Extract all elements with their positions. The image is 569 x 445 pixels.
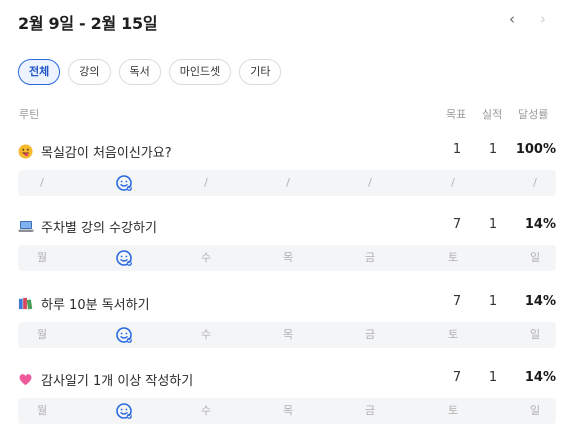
week-range-title: 2월 9일 - 2월 15일 bbox=[18, 14, 158, 33]
previous-week-button[interactable]: ‹ bbox=[504, 10, 520, 28]
day-cell[interactable]: 토 bbox=[443, 398, 463, 424]
completed-face-icon[interactable] bbox=[115, 249, 133, 267]
laptop-icon bbox=[18, 219, 34, 234]
day-cell[interactable]: 토 bbox=[443, 322, 463, 348]
day-cell[interactable]: / bbox=[32, 170, 52, 196]
routine-done: 1 bbox=[488, 142, 498, 157]
routine-name: 하루 10분 독서하기 bbox=[41, 298, 150, 313]
column-routine-header: 루틴 bbox=[19, 108, 40, 121]
pink-heart-icon bbox=[18, 372, 33, 387]
day-cell[interactable]: 목 bbox=[278, 398, 298, 424]
day-cell[interactable]: 일 bbox=[525, 245, 545, 271]
completed-face-icon[interactable] bbox=[115, 326, 133, 344]
routine-name-group: 감사일기 1개 이상 작성하기 bbox=[18, 370, 193, 389]
day-cell[interactable]: 수 bbox=[196, 322, 216, 348]
next-week-button[interactable]: › bbox=[535, 10, 551, 28]
routine-day-row: / / / / / / bbox=[18, 170, 556, 196]
day-cell[interactable]: / bbox=[196, 170, 216, 196]
day-cell[interactable]: 수 bbox=[196, 398, 216, 424]
routine-goal: 1 bbox=[452, 142, 462, 157]
routine-goal: 7 bbox=[452, 217, 462, 232]
column-rate-header: 달성률 bbox=[518, 108, 549, 121]
routine-name-group: 주차별 강의 수강하기 bbox=[18, 217, 157, 236]
routine-goal: 7 bbox=[452, 294, 462, 309]
routine-name-group: 목실감이 처음이신가요? bbox=[18, 142, 172, 161]
completed-face-icon[interactable] bbox=[115, 402, 133, 420]
routine-rate: 100% bbox=[515, 142, 556, 157]
tab-lecture[interactable]: 강의 bbox=[68, 59, 111, 85]
tab-all[interactable]: 전체 bbox=[18, 59, 61, 85]
day-cell[interactable]: / bbox=[360, 170, 380, 196]
books-icon bbox=[18, 296, 33, 311]
day-cell[interactable]: 월 bbox=[32, 398, 52, 424]
routine-goal: 7 bbox=[452, 370, 462, 385]
day-cell[interactable]: 목 bbox=[278, 322, 298, 348]
tab-mindset[interactable]: 마인드셋 bbox=[168, 59, 232, 85]
day-cell[interactable]: 일 bbox=[525, 398, 545, 424]
day-cell[interactable]: 월 bbox=[32, 245, 52, 271]
tab-reading[interactable]: 독서 bbox=[118, 59, 161, 85]
routine-row[interactable]: 하루 10분 독서하기 7 1 14% 월 수 목 금 토 일 bbox=[18, 292, 556, 348]
routine-day-row: 월수목금토일 bbox=[18, 245, 556, 271]
day-cell[interactable]: 일 bbox=[525, 322, 545, 348]
routine-row[interactable]: 목실감이 처음이신가요? 1 1 100% / / / / / / bbox=[18, 140, 556, 196]
day-cell[interactable]: / bbox=[525, 170, 545, 196]
routine-done: 1 bbox=[488, 217, 498, 232]
routine-name: 주차별 강의 수강하기 bbox=[41, 221, 157, 236]
day-cell[interactable]: 금 bbox=[360, 398, 380, 424]
routine-row[interactable]: 주차별 강의 수강하기 7 1 14% 월 수 목 금 토 일 bbox=[18, 215, 556, 271]
routine-done: 1 bbox=[488, 294, 498, 309]
day-cell[interactable]: / bbox=[278, 170, 298, 196]
day-cell[interactable]: 목 bbox=[278, 245, 298, 271]
day-cell[interactable]: 토 bbox=[443, 245, 463, 271]
routine-done: 1 bbox=[488, 370, 498, 385]
column-done-header: 실적 bbox=[482, 108, 503, 121]
completed-face-icon[interactable] bbox=[115, 174, 133, 192]
grinning-face-tongue-icon bbox=[18, 144, 33, 159]
routine-rate: 14% bbox=[524, 217, 556, 232]
routine-name-group: 하루 10분 독서하기 bbox=[18, 294, 150, 313]
day-cell[interactable]: 금 bbox=[360, 322, 380, 348]
column-goal-header: 목표 bbox=[446, 108, 467, 121]
routine-rate: 14% bbox=[524, 370, 556, 385]
routine-day-row: 월수목금토일 bbox=[18, 322, 556, 348]
routine-rate: 14% bbox=[524, 294, 556, 309]
category-tabs: 전체 강의 독서 마인드셋 기타 bbox=[18, 59, 282, 85]
routine-day-row: 월수목금토일 bbox=[18, 398, 556, 424]
routine-name: 목실감이 처음이신가요? bbox=[41, 146, 172, 161]
day-cell[interactable]: 월 bbox=[32, 322, 52, 348]
day-cell[interactable]: / bbox=[443, 170, 463, 196]
day-cell[interactable]: 금 bbox=[360, 245, 380, 271]
tab-etc[interactable]: 기타 bbox=[239, 59, 282, 85]
week-header: 2월 9일 - 2월 15일 ‹ › bbox=[18, 10, 551, 33]
routine-name: 감사일기 1개 이상 작성하기 bbox=[41, 374, 194, 389]
routine-row[interactable]: 감사일기 1개 이상 작성하기 7 1 14% 월 수 목 금 토 일 bbox=[18, 368, 556, 424]
day-cell[interactable]: 수 bbox=[196, 245, 216, 271]
